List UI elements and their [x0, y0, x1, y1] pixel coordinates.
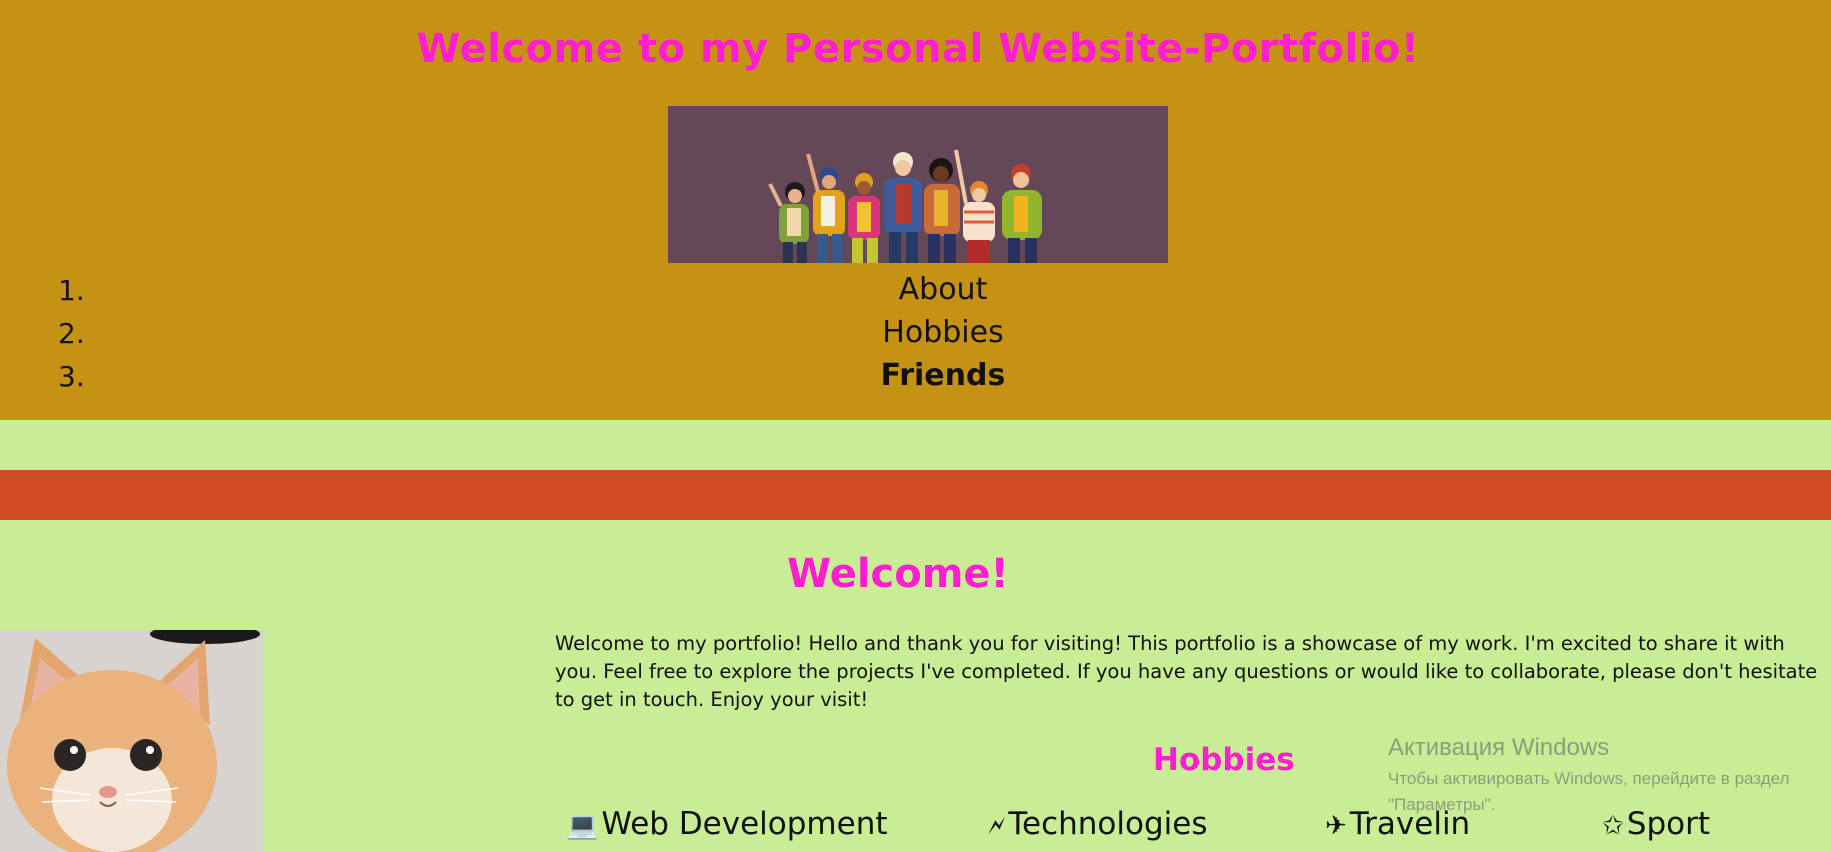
nav-link-about[interactable]: About	[0, 272, 1831, 307]
kitten-photo	[0, 630, 263, 852]
hobby-web-development: 💻Web Development	[566, 806, 888, 842]
kitten-image	[0, 630, 263, 852]
hobbies-heading: Hobbies	[1153, 742, 1295, 778]
nav-item-hobbies[interactable]: 2. Hobbies	[0, 313, 1831, 356]
people-illustration	[668, 106, 1168, 263]
watermark-text: Чтобы активировать Windows, перейдите в …	[1388, 769, 1790, 814]
hobby-label: Web Development	[601, 806, 888, 842]
site-title: Welcome to my Personal Website-Portfolio…	[416, 26, 1420, 72]
laptop-icon: 💻	[566, 811, 599, 841]
nav-link-hobbies[interactable]: Hobbies	[0, 315, 1831, 350]
welcome-heading: Welcome!	[787, 551, 1009, 597]
intro-paragraph: Welcome to my portfolio! Hello and thank…	[555, 632, 1818, 711]
divider-band	[0, 470, 1831, 520]
page: Welcome to my Personal Website-Portfolio…	[0, 0, 1831, 852]
windows-activation-watermark: Активация Windows Чтобы активировать Win…	[1388, 734, 1818, 818]
airplane-icon: ✈	[1325, 811, 1347, 841]
lightning-icon: 🗲	[988, 811, 1006, 841]
hobby-technologies: 🗲Technologies	[988, 806, 1207, 842]
watermark-title: Активация Windows	[1388, 734, 1610, 761]
nav-item-about[interactable]: 1. About	[0, 270, 1831, 313]
nav-item-friends[interactable]: 3. Friends	[0, 356, 1831, 399]
header: Welcome to my Personal Website-Portfolio…	[0, 0, 1831, 420]
nav-list: 1. About 2. Hobbies 3. Friends	[0, 270, 1831, 399]
nav-link-friends[interactable]: Friends	[0, 358, 1831, 393]
banner-image	[668, 106, 1168, 263]
hobby-label: Technologies	[1008, 806, 1208, 842]
